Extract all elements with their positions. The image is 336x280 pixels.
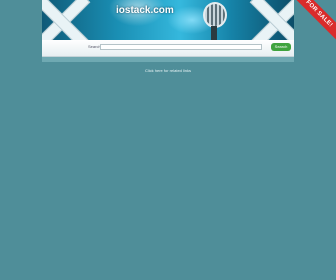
search-input[interactable] bbox=[100, 44, 262, 50]
search-bar: Search Search bbox=[42, 40, 294, 57]
search-label: Search bbox=[88, 44, 101, 49]
x-decoration-right bbox=[250, 0, 294, 40]
related-links-link[interactable]: Click here for related links bbox=[145, 68, 191, 73]
related-links-bar: Click here for related links bbox=[42, 57, 294, 73]
header-banner: iostack.com bbox=[42, 0, 294, 40]
microphone-icon bbox=[194, 0, 234, 40]
brand-title: iostack.com bbox=[116, 5, 174, 16]
for-sale-ribbon[interactable]: FOR SALE! bbox=[287, 0, 336, 46]
search-button[interactable]: Search bbox=[271, 43, 291, 51]
x-decoration-left bbox=[42, 0, 86, 40]
